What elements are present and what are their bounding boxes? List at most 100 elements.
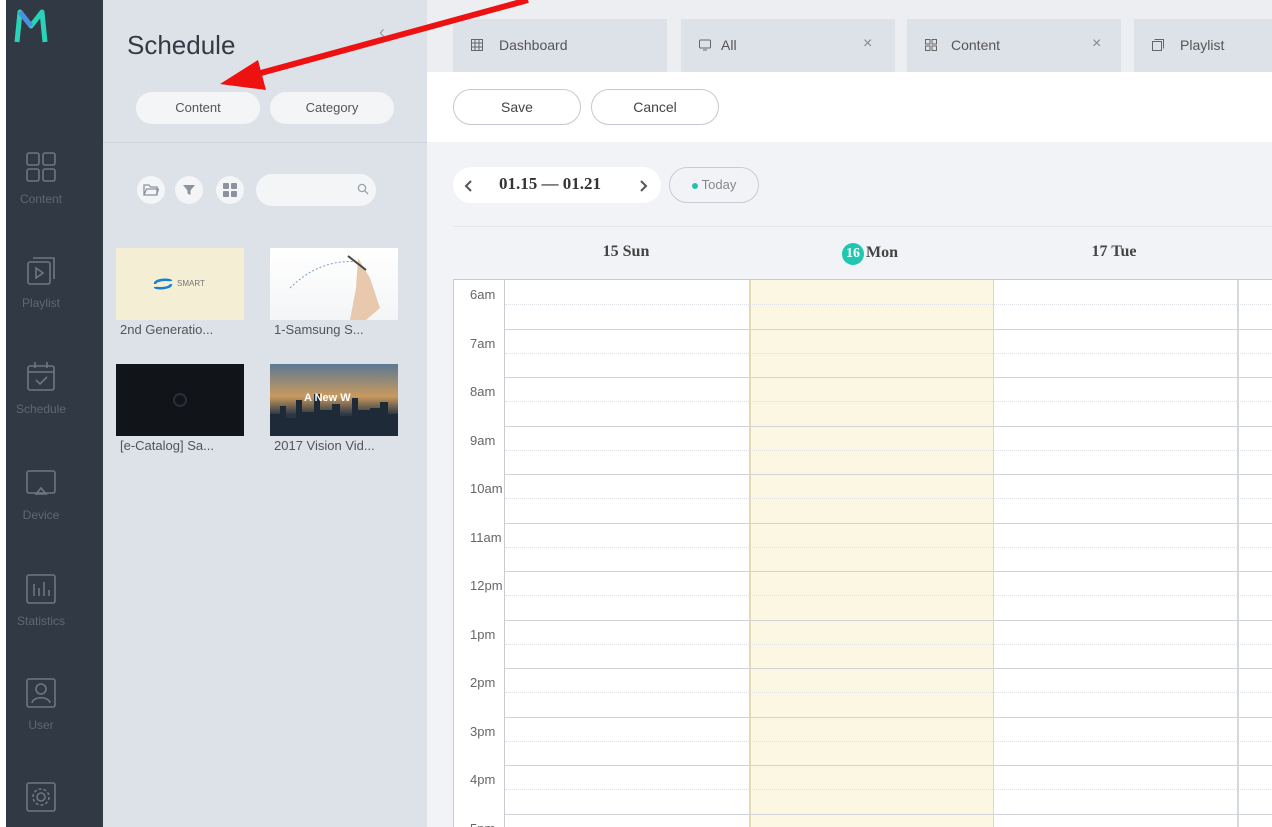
tab-label: Content — [951, 37, 1001, 53]
user-icon — [26, 678, 56, 708]
statistics-icon — [26, 574, 56, 604]
content-icon — [26, 152, 56, 182]
hour-line — [454, 523, 1272, 524]
filter-icon — [183, 185, 195, 195]
nav-item-label: User — [28, 718, 54, 732]
content-item-caption: 1-Samsung S... — [274, 322, 364, 337]
content-item[interactable]: 1-Samsung S... — [270, 248, 398, 337]
app-window: Content Playlist Schedule Device Statist… — [0, 0, 1272, 827]
today-button[interactable]: Today — [669, 167, 759, 203]
today-dot-icon — [691, 182, 698, 189]
half-hour-line — [505, 401, 1272, 402]
app-logo — [14, 9, 48, 43]
nav-item-settings[interactable] — [6, 780, 76, 827]
time-label: 12pm — [470, 578, 503, 593]
content-library-panel: Schedule ‹ Content Category SMART 2nd Ge… — [103, 0, 427, 827]
hour-line — [454, 717, 1272, 718]
folder-button[interactable] — [137, 176, 165, 204]
collapse-panel-button[interactable]: ‹ — [379, 22, 385, 43]
today-label: Today — [701, 177, 737, 192]
hour-line — [454, 620, 1272, 621]
library-tab-category[interactable]: Category — [270, 92, 394, 124]
monitor-icon — [699, 39, 711, 51]
hour-line — [454, 814, 1272, 815]
nav-item-label: Statistics — [16, 614, 65, 628]
content-item[interactable]: [e-Catalog] Sa... — [116, 364, 244, 453]
nav-item-user[interactable]: User — [6, 676, 76, 756]
half-hour-line — [505, 304, 1272, 305]
tab-label: All — [721, 37, 737, 53]
content-item-caption: [e-Catalog] Sa... — [120, 438, 214, 453]
time-label: 3pm — [470, 724, 496, 739]
tab-playlist[interactable]: Playlist — [1134, 19, 1272, 72]
nav-item-statistics[interactable]: Statistics — [6, 572, 76, 652]
calendar-divider — [453, 226, 1272, 227]
hour-line — [454, 474, 1272, 475]
time-label: 8am — [470, 384, 496, 399]
grid-view-button[interactable] — [216, 176, 244, 204]
content-item[interactable]: SMART 2nd Generatio... — [116, 248, 244, 337]
next-week-icon[interactable] — [633, 176, 653, 196]
time-label: 2pm — [470, 675, 496, 690]
hour-line — [454, 329, 1272, 330]
nav-item-label: Content — [19, 192, 63, 206]
content-item-caption: 2nd Generatio... — [120, 322, 214, 337]
day-header-sun: 15 Sun — [602, 243, 650, 260]
playlist-icon — [27, 257, 55, 285]
main-navigation: Content Playlist Schedule Device Statist… — [6, 0, 103, 827]
nav-item-device[interactable]: Device — [6, 466, 76, 546]
nav-item-content[interactable]: Content — [6, 150, 76, 230]
thumbnail-text: A New W — [304, 392, 351, 404]
nav-item-label: Schedule — [15, 402, 67, 416]
day-header-label: Mon — [866, 244, 898, 261]
day-column-sun[interactable] — [505, 280, 750, 827]
content-item[interactable]: A New W 2017 Vision Vid... — [270, 364, 398, 453]
save-button[interactable]: Save — [453, 89, 581, 125]
nav-item-playlist[interactable]: Playlist — [6, 254, 76, 334]
half-hour-line — [505, 595, 1272, 596]
grid-icon — [925, 39, 937, 51]
hour-line — [454, 426, 1272, 427]
time-column: 6am 7am 8am 9am 10am 11am 12pm 1pm 2pm 3pm 4pm 5pm — [454, 280, 505, 827]
half-hour-line — [505, 498, 1272, 499]
day-header-mon: 16 Mon — [748, 243, 992, 267]
day-column-wed[interactable] — [1238, 280, 1272, 827]
cancel-button[interactable]: Cancel — [591, 89, 719, 125]
grid-view-icon — [223, 183, 237, 197]
filter-button[interactable] — [175, 176, 203, 204]
half-hour-line — [505, 692, 1272, 693]
time-label: 1pm — [470, 627, 496, 642]
library-tab-content[interactable]: Content — [136, 92, 260, 124]
half-hour-line — [505, 547, 1272, 548]
folder-icon — [143, 184, 159, 196]
close-tab-icon[interactable]: × — [863, 35, 872, 53]
device-icon — [26, 470, 56, 495]
samsung-smart-logo — [153, 278, 173, 290]
day-column-tue[interactable] — [994, 280, 1238, 827]
time-label: 4pm — [470, 772, 496, 787]
day-header-tue: 17 Tue — [1091, 243, 1137, 260]
time-label: 7am — [470, 336, 496, 351]
dark-video-frame — [173, 393, 187, 407]
nav-item-label: Playlist — [21, 296, 60, 310]
search-icon[interactable] — [357, 183, 369, 195]
half-hour-line — [505, 644, 1272, 645]
tab-dashboard[interactable]: Dashboard — [453, 19, 667, 72]
whiteboard-hand-image — [289, 255, 380, 320]
content-thumbnail — [270, 248, 398, 320]
previous-week-icon[interactable] — [459, 176, 479, 196]
tab-bar: Dashboard All × Content × Playlist — [427, 0, 1272, 72]
time-label: 6am — [470, 287, 496, 302]
dashboard-icon — [471, 39, 483, 51]
close-tab-icon[interactable]: × — [1092, 35, 1101, 53]
tab-content[interactable]: Content × — [907, 19, 1121, 72]
tab-all[interactable]: All × — [681, 19, 895, 72]
schedule-icon — [27, 362, 55, 391]
nav-item-schedule[interactable]: Schedule — [6, 360, 76, 440]
tab-label: Dashboard — [499, 37, 568, 53]
time-label: 11am — [470, 530, 502, 545]
calendar-area: 01.15 — 01.21 Today 15 Sun 16Mon 17 Tue — [427, 142, 1272, 827]
half-hour-line — [505, 353, 1272, 354]
day-column-mon[interactable] — [750, 280, 994, 827]
content-item-caption: 2017 Vision Vid... — [274, 438, 375, 453]
